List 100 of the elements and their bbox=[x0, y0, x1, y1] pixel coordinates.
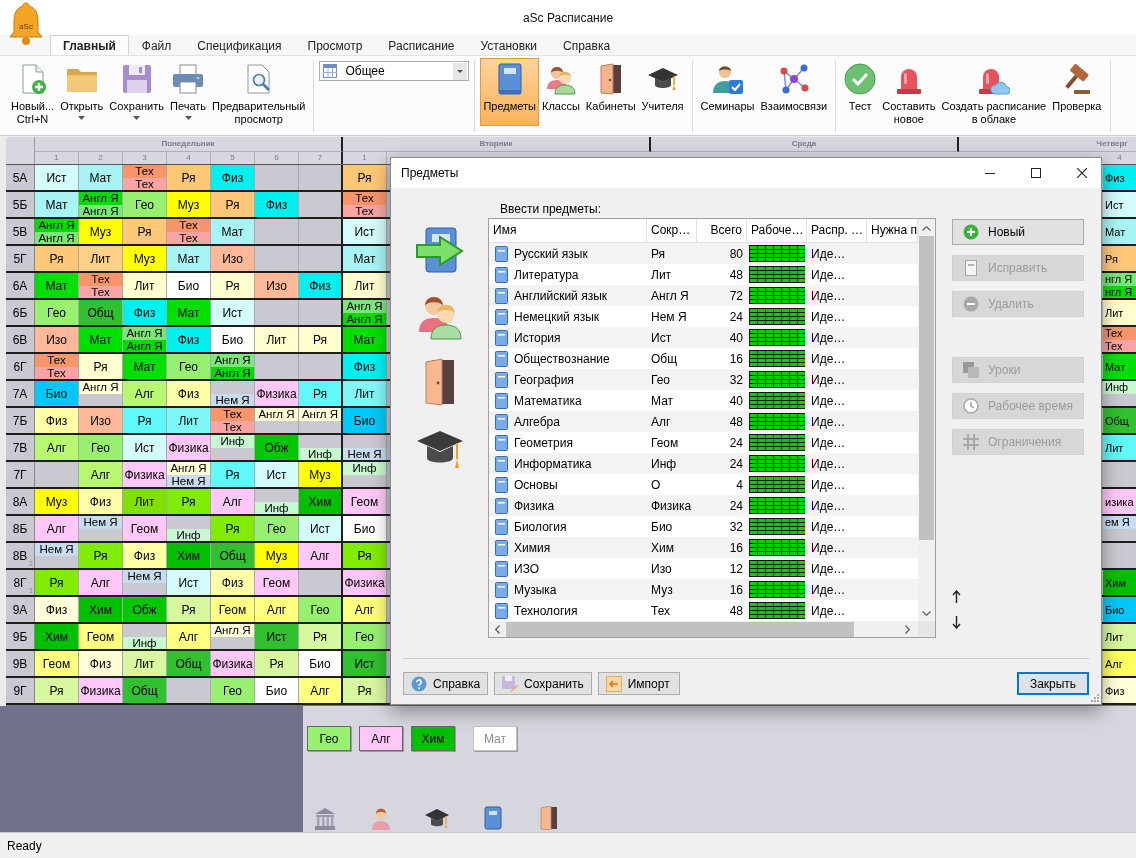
lesson-card[interactable]: Ря bbox=[1103, 246, 1136, 271]
lesson-card[interactable]: Гео bbox=[299, 597, 341, 622]
chevron-right-icon[interactable] bbox=[905, 624, 910, 634]
lesson-card[interactable]: Англ Я bbox=[167, 462, 210, 475]
lesson-card[interactable]: Инф bbox=[123, 636, 166, 649]
lesson-card[interactable]: Физ bbox=[211, 570, 254, 595]
lesson-card[interactable]: Ист bbox=[123, 435, 166, 460]
lesson-card[interactable]: Ря bbox=[299, 381, 341, 406]
lesson-card[interactable]: Общ bbox=[167, 651, 210, 676]
table-row[interactable]: Математика Мат 40 Иде… bbox=[489, 390, 918, 411]
lesson-card[interactable]: Инф bbox=[1103, 381, 1136, 394]
lesson-card[interactable]: Био bbox=[343, 408, 386, 433]
table-row[interactable]: Литература Лит 48 Иде… bbox=[489, 264, 918, 285]
lesson-card[interactable]: Хим bbox=[35, 624, 78, 649]
lesson-card[interactable]: Био bbox=[343, 516, 386, 541]
table-row[interactable]: История Ист 40 Иде… bbox=[489, 327, 918, 348]
column-header[interactable]: Распр. … bbox=[807, 219, 867, 242]
teachers-button[interactable]: Учителя bbox=[638, 58, 687, 126]
close-button[interactable]: Закрыть bbox=[1017, 672, 1089, 695]
lesson-card[interactable]: Алг bbox=[79, 462, 122, 487]
lesson-card[interactable]: Тех bbox=[35, 354, 78, 367]
table-row[interactable]: Технология Тех 48 Иде… bbox=[489, 600, 918, 621]
lesson-card[interactable]: Ист bbox=[1103, 192, 1136, 217]
graduation-cap-icon[interactable] bbox=[425, 806, 449, 830]
new-button[interactable]: Новый... Ctrl+N bbox=[8, 58, 58, 126]
lesson-card[interactable]: Хим bbox=[299, 489, 341, 514]
lesson-card[interactable]: Физ bbox=[1103, 678, 1136, 703]
lesson-card[interactable]: Лит bbox=[343, 381, 386, 406]
lesson-card[interactable]: Хим bbox=[411, 726, 455, 751]
lesson-card[interactable]: Тех bbox=[167, 219, 210, 232]
test-button[interactable]: Тест bbox=[841, 58, 880, 126]
lesson-card[interactable]: Ист bbox=[255, 624, 298, 649]
lesson-card[interactable]: Физ bbox=[211, 165, 254, 190]
lesson-card[interactable]: Англ Я bbox=[343, 300, 386, 313]
lesson-card[interactable]: Физ bbox=[1103, 165, 1136, 190]
ribbon-tab[interactable]: Спецификация bbox=[184, 35, 295, 55]
lesson-card[interactable]: Лит bbox=[123, 273, 166, 298]
table-row[interactable]: ИЗО Изо 12 Иде… bbox=[489, 558, 918, 579]
lesson-card[interactable]: Алг bbox=[35, 435, 78, 460]
lesson-card[interactable]: Англ Я bbox=[255, 408, 298, 421]
lesson-card[interactable]: Нем Я bbox=[35, 543, 78, 556]
lesson-card[interactable]: Гео bbox=[35, 300, 78, 325]
lesson-card[interactable]: Алг bbox=[343, 597, 386, 622]
lesson-card[interactable]: Общ bbox=[211, 543, 254, 568]
lesson-card[interactable]: Геом bbox=[211, 597, 254, 622]
lesson-card[interactable]: Изо bbox=[35, 327, 78, 352]
table-row[interactable]: Обществознание Общ 16 Иде… bbox=[489, 348, 918, 369]
lesson-card[interactable]: Алг bbox=[123, 381, 166, 406]
save-button[interactable]: Сохранить bbox=[106, 58, 167, 126]
lesson-card[interactable]: Ист bbox=[299, 516, 341, 541]
lesson-card[interactable]: Ря bbox=[211, 462, 254, 487]
table-row[interactable]: Немецкий язык Нем Я 24 Иде… bbox=[489, 306, 918, 327]
table-row[interactable]: Музыка Муз 16 Иде… bbox=[489, 579, 918, 600]
resize-grip-icon[interactable] bbox=[1090, 693, 1099, 702]
lesson-card[interactable]: Ря bbox=[167, 489, 210, 514]
lesson-card[interactable]: Физ bbox=[79, 651, 122, 676]
table-row[interactable]: Химия Хим 16 Иде… bbox=[489, 537, 918, 558]
lesson-card[interactable]: Ря bbox=[343, 678, 386, 703]
lesson-card[interactable]: Англ Я bbox=[35, 219, 78, 232]
lesson-card[interactable]: Алг bbox=[167, 624, 210, 649]
cloud-generate-button[interactable]: Создать расписание в облаке bbox=[938, 58, 1050, 126]
scroll-thumb[interactable] bbox=[506, 621, 854, 637]
lesson-card[interactable]: Муз bbox=[255, 543, 298, 568]
lesson-card[interactable]: Гео bbox=[307, 726, 351, 751]
lesson-card[interactable]: Инф bbox=[343, 462, 386, 475]
lesson-card[interactable]: Мат bbox=[1103, 219, 1136, 244]
table-row[interactable]: Информатика Инф 24 Иде… bbox=[489, 453, 918, 474]
lesson-card[interactable]: Мат bbox=[167, 246, 210, 271]
lesson-card[interactable]: Англ Я bbox=[123, 327, 166, 340]
lesson-card[interactable]: Инф bbox=[167, 528, 210, 541]
lesson-card[interactable]: Физика bbox=[255, 381, 298, 406]
lesson-card[interactable]: Лит bbox=[123, 651, 166, 676]
lesson-card[interactable]: Мат bbox=[79, 327, 122, 352]
table-row[interactable]: Геометрия Геом 24 Иде… bbox=[489, 432, 918, 453]
lesson-card[interactable]: Лит bbox=[1103, 300, 1136, 325]
lesson-card[interactable]: ем Я bbox=[1103, 516, 1136, 529]
lesson-card[interactable]: Геом bbox=[255, 570, 298, 595]
lesson-card[interactable]: Хим bbox=[79, 597, 122, 622]
lesson-card[interactable]: Мат bbox=[343, 327, 386, 352]
person-icon[interactable] bbox=[369, 806, 393, 830]
lesson-card[interactable]: Ист bbox=[167, 570, 210, 595]
print-preview-button[interactable]: Предварительный просмотр bbox=[209, 58, 309, 126]
lesson-card[interactable]: Тех bbox=[343, 192, 386, 205]
lesson-card[interactable]: Гео bbox=[123, 192, 166, 217]
lesson-card[interactable]: Физ bbox=[255, 192, 298, 217]
print-button[interactable]: Печать bbox=[167, 58, 210, 126]
lesson-card[interactable]: Физика bbox=[79, 678, 122, 703]
generate-button[interactable]: Составить новое bbox=[879, 58, 939, 126]
lesson-card[interactable]: Ря bbox=[211, 516, 254, 541]
lesson-card[interactable]: Гео bbox=[167, 354, 210, 379]
lesson-card[interactable]: Мат bbox=[79, 165, 122, 190]
lesson-card[interactable]: Гео bbox=[79, 435, 122, 460]
lesson-card[interactable]: Муз bbox=[167, 192, 210, 217]
lesson-card[interactable]: Лит bbox=[1103, 435, 1136, 460]
lesson-card[interactable]: Гео bbox=[211, 678, 254, 703]
table-row[interactable]: Английский язык Англ Я 72 Иде… bbox=[489, 285, 918, 306]
book-arrow-icon[interactable] bbox=[415, 226, 464, 274]
lesson-card[interactable]: Тех bbox=[123, 165, 166, 178]
lesson-card[interactable]: Био bbox=[211, 327, 254, 352]
lesson-card[interactable]: Хим bbox=[167, 543, 210, 568]
